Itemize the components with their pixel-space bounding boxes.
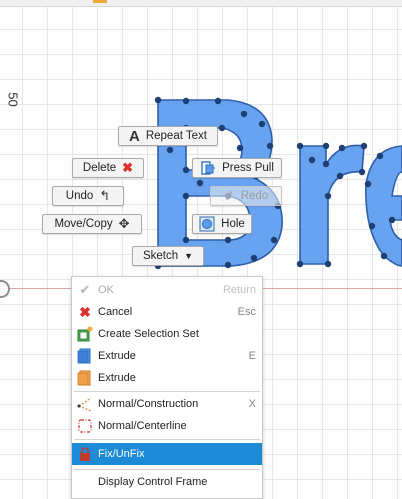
selection-set-icon — [76, 325, 94, 343]
letter-e-outline — [365, 145, 402, 267]
repeat-text-label: Repeat Text — [145, 130, 207, 142]
menu-item-label: Extrude — [98, 350, 136, 362]
menu-item-shortcut: Return — [222, 284, 256, 296]
menu-item-label: Fix/UnFix — [98, 448, 145, 460]
menu-item-fix-unfix[interactable]: Fix/UnFix — [72, 443, 262, 465]
menu-item-shortcut: Esc — [237, 306, 256, 318]
menu-item-cancel[interactable]: ✖ Cancel Esc — [72, 301, 262, 323]
move-copy-button[interactable]: Move/Copy ✥ — [42, 214, 142, 234]
menu-item-display-control-frame[interactable]: Display Control Frame — [72, 471, 262, 493]
menu-separator — [74, 391, 260, 392]
menu-item-normal-centerline[interactable]: Normal/Centerline — [72, 415, 262, 437]
redo-button[interactable]: ↱ Redo — [210, 186, 282, 206]
menu-separator — [74, 439, 260, 440]
hole-button[interactable]: Hole — [192, 214, 252, 234]
menu-item-label: OK — [98, 284, 114, 296]
menu-item-label: Normal/Centerline — [98, 420, 187, 432]
press-pull-icon — [200, 160, 216, 176]
hole-label: Hole — [221, 218, 245, 230]
red-x-icon: ✖ — [79, 303, 91, 320]
sketch-dropdown-button[interactable]: Sketch ▼ — [132, 246, 204, 266]
move-copy-label: Move/Copy — [54, 218, 113, 230]
blank-icon-slot — [76, 473, 94, 491]
centerline-icon — [76, 417, 94, 435]
menu-item-label: Create Selection Set — [98, 328, 199, 340]
menu-item-ok[interactable]: ✔ OK Return — [72, 279, 262, 301]
undo-arrow-icon: ↰ — [99, 188, 111, 203]
undo-button[interactable]: Undo ↰ — [52, 186, 124, 206]
menu-separator — [74, 469, 260, 470]
menu-item-shortcut: X — [248, 398, 256, 410]
menu-item-create-selection-set[interactable]: Create Selection Set — [72, 323, 262, 345]
hole-icon — [199, 216, 215, 232]
text-a-icon: A — [128, 127, 140, 145]
sketch-label: Sketch — [142, 250, 179, 262]
repeat-text-button[interactable]: A Repeat Text — [118, 126, 218, 146]
check-icon: ✔ — [79, 282, 91, 297]
press-pull-label: Press Pull — [222, 162, 274, 174]
undo-label: Undo — [65, 190, 94, 202]
move-arrows-icon: ✥ — [118, 216, 130, 231]
menu-item-extrude-orange[interactable]: Extrude — [72, 367, 262, 389]
delete-button[interactable]: Delete ✖ — [72, 158, 144, 178]
extrude-orange-icon — [76, 369, 94, 387]
extrude-blue-icon — [76, 347, 94, 365]
context-menu: ✔ OK Return ✖ Cancel Esc Create Selectio… — [71, 276, 263, 499]
menu-item-shortcut: E — [248, 350, 256, 362]
delete-label: Delete — [82, 162, 117, 174]
letter-r-outline — [299, 144, 365, 265]
menu-item-label: Display Control Frame — [98, 476, 208, 488]
red-x-icon: ✖ — [122, 160, 134, 175]
redo-label: Redo — [240, 190, 269, 202]
menu-item-extrude-blue[interactable]: Extrude E — [72, 345, 262, 367]
menu-item-label: Normal/Construction — [98, 398, 199, 410]
caret-down-icon: ▼ — [184, 251, 194, 261]
lock-icon — [76, 445, 94, 463]
menu-item-label: Extrude — [98, 372, 136, 384]
press-pull-button[interactable]: Press Pull — [192, 158, 282, 178]
menu-item-normal-construction[interactable]: Normal/Construction X — [72, 393, 262, 415]
redo-arrow-icon: ↱ — [223, 188, 235, 203]
construction-line-icon — [76, 395, 94, 413]
menu-item-label: Cancel — [98, 306, 133, 318]
